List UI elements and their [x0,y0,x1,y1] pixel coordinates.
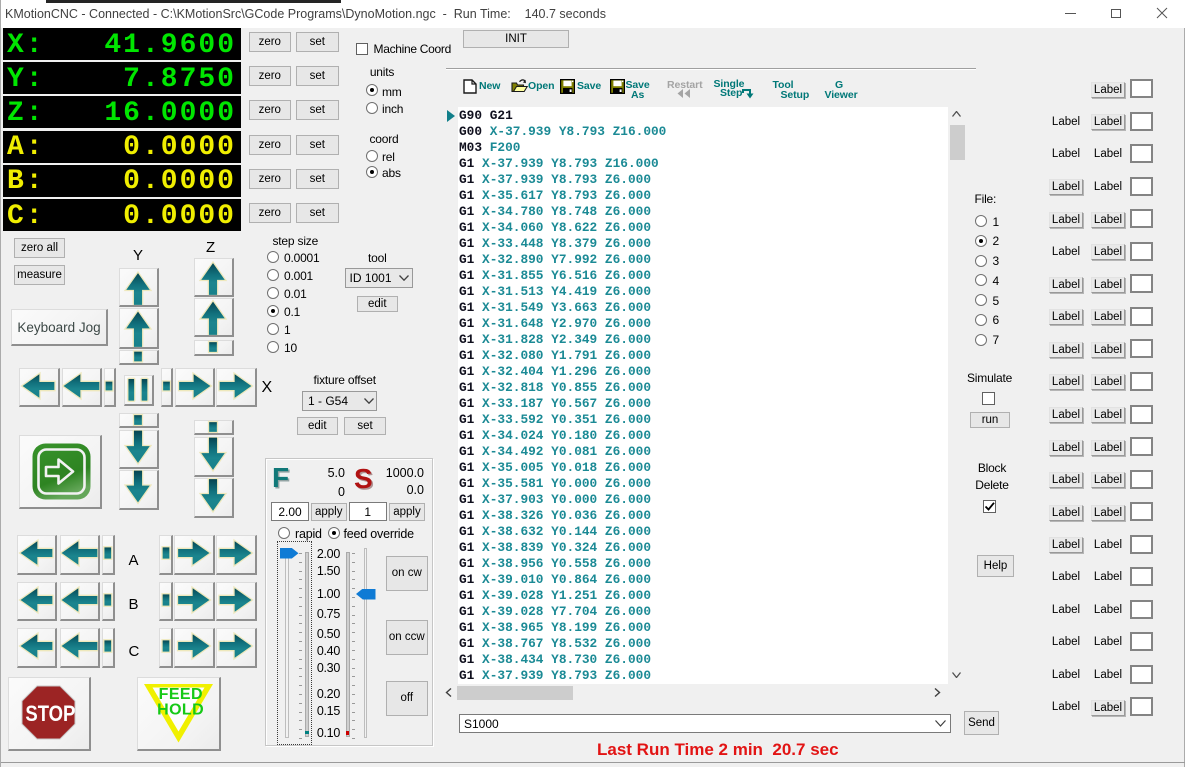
svg-text:HOLD: HOLD [157,702,204,719]
svg-text:FEED: FEED [159,686,203,703]
